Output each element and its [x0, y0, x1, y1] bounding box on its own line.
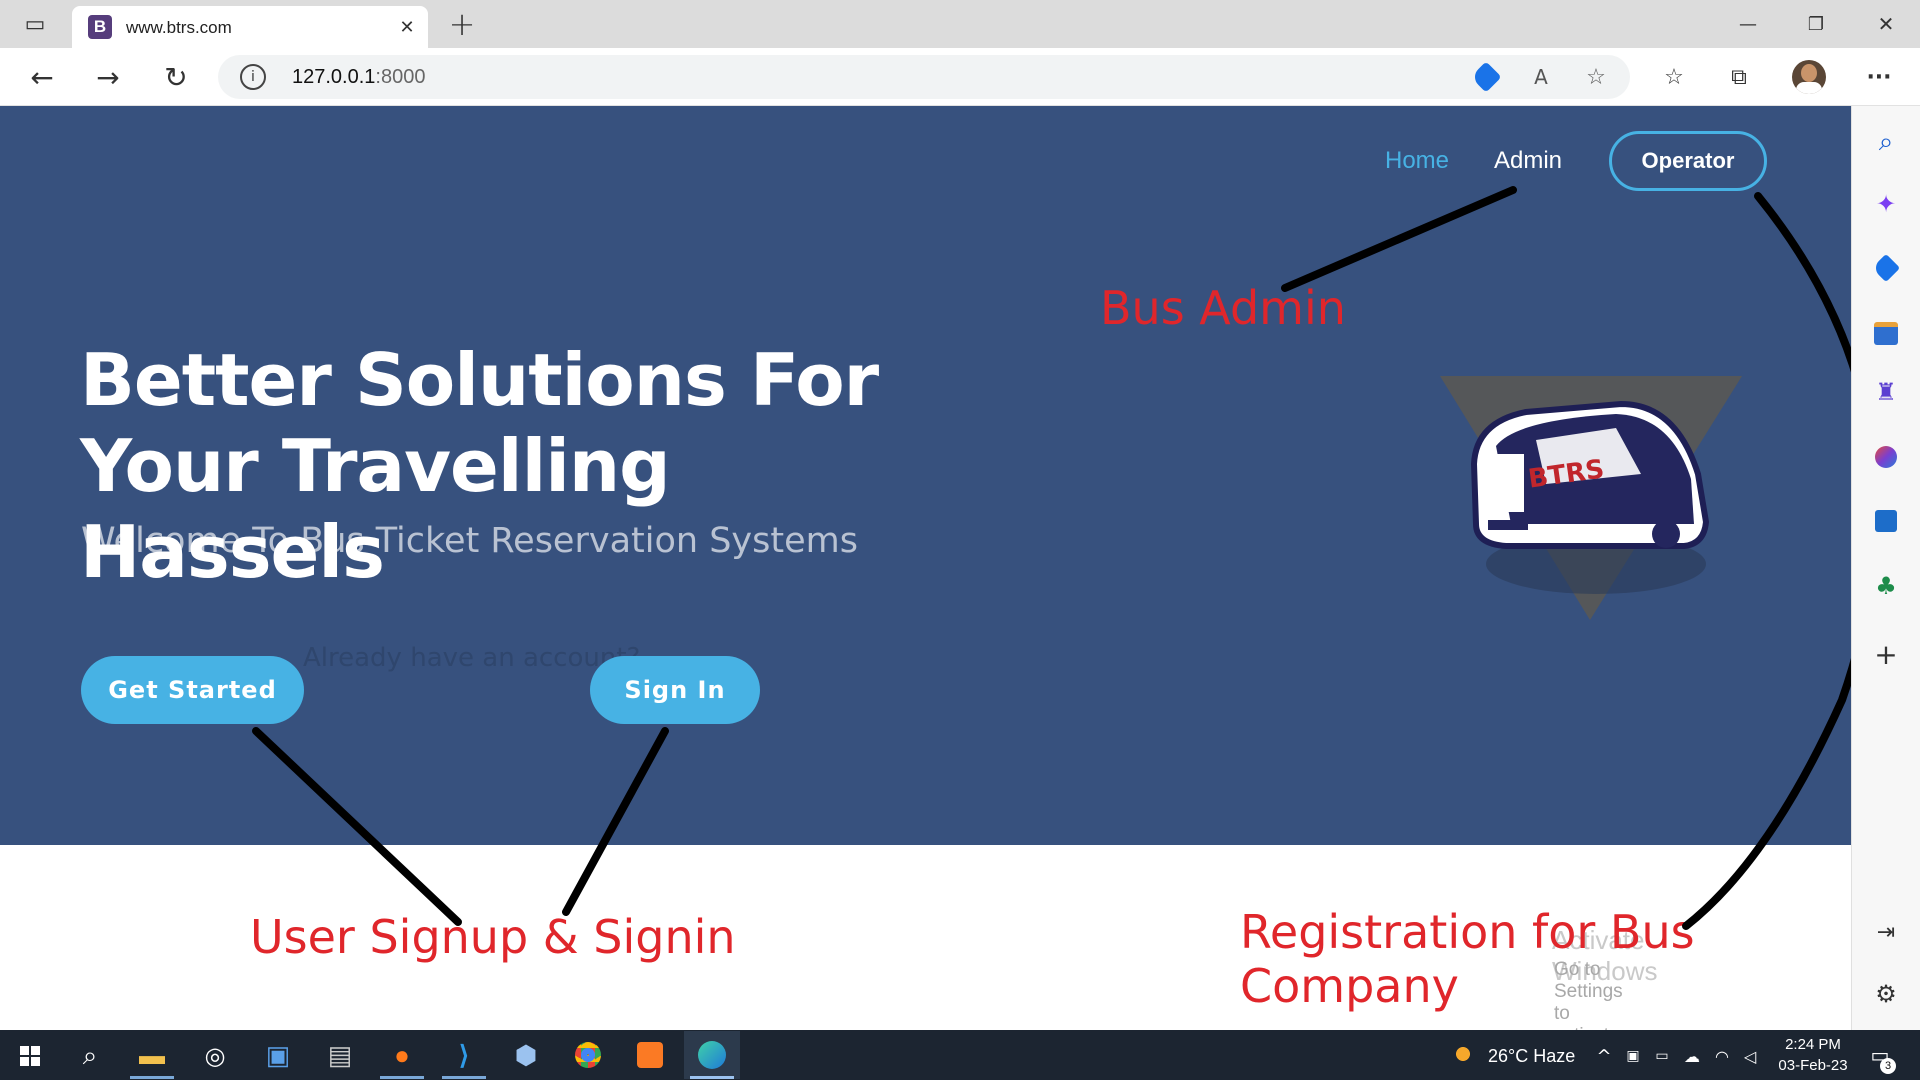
sidebar-settings-icon[interactable]: ⚙ — [1870, 978, 1902, 1010]
start-button[interactable] — [20, 1046, 40, 1066]
browser-tab[interactable]: B www.btrs.com ✕ — [72, 6, 428, 48]
hero-title-line1: Better Solutions For — [80, 338, 879, 422]
firefox-icon[interactable]: ● — [374, 1031, 430, 1079]
minimize-button[interactable]: — — [1730, 8, 1766, 40]
search-icon[interactable]: ⌕ — [1870, 126, 1902, 158]
tray-chevron-icon[interactable]: ^ — [1594, 1044, 1614, 1068]
reload-icon[interactable]: ↻ — [158, 60, 194, 94]
running-indicator — [442, 1076, 486, 1079]
edge-logo-icon — [698, 1041, 726, 1069]
nav-admin[interactable]: Admin — [1494, 147, 1562, 175]
annotation-registration: Registration for Bus Company — [1240, 905, 1695, 1013]
start-pane-icon — [31, 1057, 40, 1066]
games-icon[interactable]: ♜ — [1870, 376, 1902, 408]
already-account-text: Already have an account? — [303, 643, 641, 673]
edge-sidebar — [1851, 106, 1920, 1030]
site-info-icon[interactable]: i — [240, 64, 266, 90]
tools-icon[interactable] — [1874, 322, 1898, 345]
tree-icon[interactable]: ♣ — [1870, 570, 1902, 602]
favicon: B — [88, 15, 112, 39]
url-port: :8000 — [375, 66, 426, 88]
collections-icon[interactable]: ⧉ — [1722, 60, 1756, 94]
tab-close-icon[interactable]: ✕ — [394, 14, 420, 40]
back-icon[interactable]: ← — [24, 60, 60, 94]
chrome-icon[interactable] — [560, 1031, 616, 1079]
taskbar-search-icon[interactable]: ⌕ — [74, 1040, 106, 1072]
volume-icon[interactable]: ◁ — [1739, 1044, 1761, 1068]
favorites-icon[interactable]: ☆ — [1657, 60, 1691, 94]
forward-icon[interactable]: → — [90, 60, 126, 94]
tab-title: www.btrs.com — [126, 18, 232, 37]
new-tab-button[interactable]: + — [446, 5, 478, 43]
shopping-tag-icon[interactable] — [1470, 61, 1502, 93]
avatar-head-icon — [1801, 64, 1817, 82]
hero-title-line2: Your Travelling Hassels — [80, 424, 671, 594]
sign-in-button[interactable]: Sign In — [590, 656, 760, 724]
clock-date: 03-Feb-23 — [1778, 1057, 1848, 1074]
start-pane-icon — [31, 1046, 40, 1055]
url-host: 127.0.0.1 — [292, 66, 376, 88]
avatar-shirt-icon — [1796, 82, 1822, 94]
vscode-icon[interactable]: ⟩ — [436, 1031, 492, 1079]
url-text: 127.0.0.1:8000 — [292, 66, 425, 89]
outlook-icon[interactable] — [1875, 510, 1897, 532]
running-indicator — [130, 1076, 174, 1079]
annotation-bus-admin: Bus Admin — [1100, 281, 1346, 335]
bus-grille — [1488, 520, 1528, 530]
running-indicator — [690, 1076, 734, 1079]
btrs-logo: BTRS — [1440, 376, 1742, 620]
start-pane-icon — [20, 1057, 29, 1066]
bus-windshield — [1484, 454, 1524, 512]
hide-sidebar-icon[interactable]: ⇥ — [1870, 916, 1902, 948]
virtualbox-icon[interactable]: ⬢ — [498, 1031, 554, 1079]
close-window-button[interactable]: ✕ — [1868, 8, 1904, 40]
start-pane-icon — [20, 1046, 29, 1055]
notification-badge: 3 — [1880, 1058, 1896, 1074]
hero-subtitle: Welcome To Bus Ticket Reservation System… — [81, 521, 858, 561]
read-aloud-icon[interactable]: A — [1526, 63, 1556, 91]
clock-time: 2:24 PM — [1785, 1036, 1841, 1053]
running-indicator — [380, 1076, 424, 1079]
address-bar[interactable]: i 127.0.0.1:8000 A ☆ — [218, 55, 1630, 99]
clock[interactable]: 2:24 PM 03-Feb-23 — [1772, 1034, 1854, 1076]
bus-wheel — [1652, 520, 1680, 548]
tab-actions-icon[interactable]: ▭ — [20, 10, 50, 38]
chrome-logo-icon — [575, 1042, 601, 1068]
xampp-logo-icon — [637, 1042, 663, 1068]
tray-camera-icon[interactable]: ▣ — [1623, 1044, 1643, 1068]
restore-button[interactable]: ❐ — [1798, 8, 1834, 40]
get-started-button[interactable]: Get Started — [81, 656, 304, 724]
add-favorite-icon[interactable]: ☆ — [1581, 63, 1611, 91]
add-icon[interactable]: + — [1870, 638, 1902, 671]
file-explorer-icon[interactable]: ▬ — [124, 1031, 180, 1079]
task-view-icon[interactable]: ◎ — [198, 1040, 232, 1072]
onedrive-icon[interactable]: ☁ — [1681, 1044, 1703, 1068]
operator-button[interactable]: Operator — [1609, 131, 1767, 191]
battery-icon[interactable]: ▭ — [1651, 1044, 1673, 1068]
wifi-icon[interactable]: ◠ — [1711, 1044, 1733, 1068]
app-window-icon[interactable]: ▣ — [250, 1031, 306, 1079]
profile-avatar[interactable] — [1792, 60, 1826, 94]
copilot-icon[interactable]: ✦ — [1870, 188, 1902, 220]
settings-more-icon[interactable]: ··· — [1862, 60, 1896, 94]
xampp-icon[interactable] — [622, 1031, 678, 1079]
annotation-user-signup: User Signup & Signin — [250, 910, 736, 964]
office-icon[interactable] — [1875, 446, 1897, 468]
nav-home[interactable]: Home — [1385, 147, 1449, 175]
weather-text[interactable]: 26°C Haze — [1488, 1046, 1575, 1067]
edge-icon[interactable] — [684, 1031, 740, 1079]
terminal-icon[interactable]: ▤ — [312, 1031, 368, 1079]
weather-icon[interactable] — [1450, 1043, 1476, 1065]
